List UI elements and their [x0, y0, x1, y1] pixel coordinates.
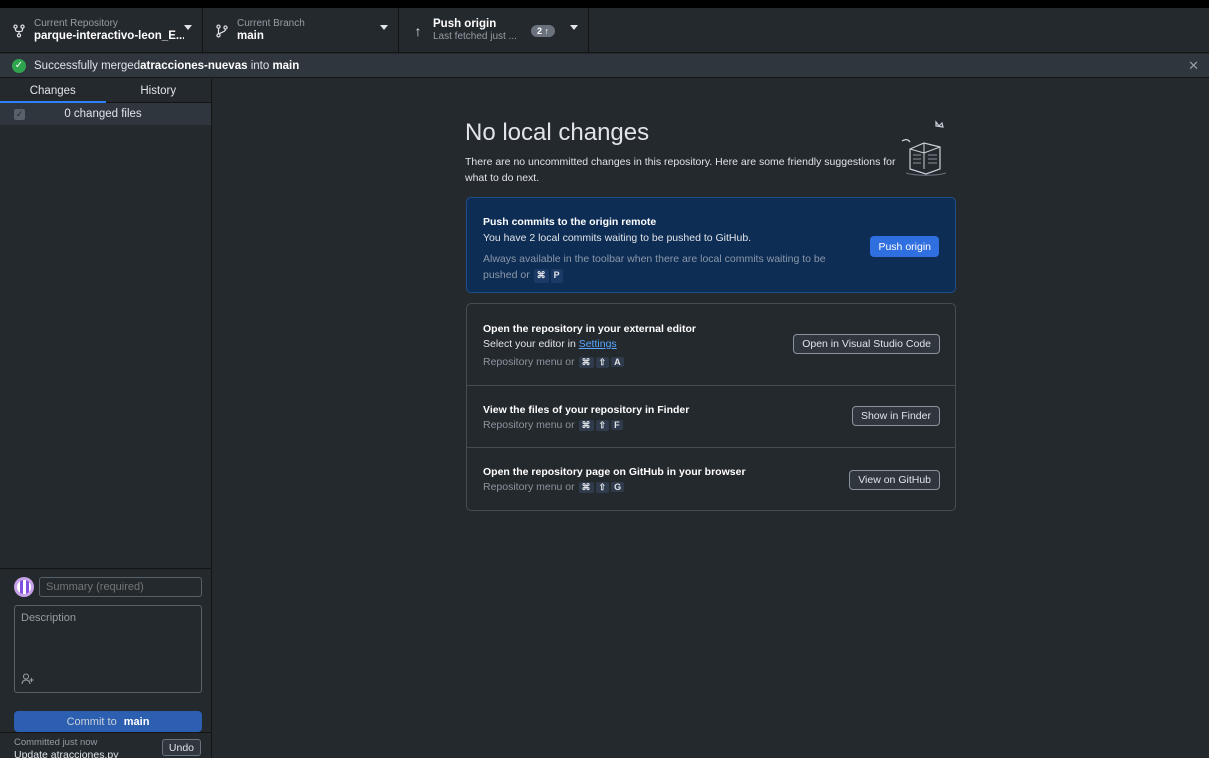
open-in-vscode-button[interactable]: Open in Visual Studio Code — [793, 334, 940, 354]
commit-form: Description — [0, 568, 211, 728]
editor-hint-text: Repository menu or — [483, 356, 575, 368]
finder-hint: Repository menu or ⌘ ⇧ F — [483, 419, 624, 431]
banner-target-branch: main — [272, 59, 300, 72]
editor-desc: Select your editor in Settings — [483, 338, 617, 350]
add-coauthor-icon[interactable] — [21, 673, 34, 688]
sidebar-tabs: Changes History — [0, 79, 211, 103]
main-content: No local changes There are no uncommitte… — [213, 79, 1209, 758]
changed-files-header: ✓ 0 changed files — [0, 103, 211, 125]
tab-history[interactable]: History — [106, 79, 212, 102]
current-repository-button[interactable]: Current Repository parque-interactivo-le… — [0, 8, 203, 53]
finder-hint-text: Repository menu or — [483, 419, 575, 431]
editor-hint: Repository menu or ⌘ ⇧ A — [483, 356, 625, 368]
editor-title: Open the repository in your external edi… — [483, 323, 696, 335]
push-suggestion-panel: Push commits to the origin remote You ha… — [466, 197, 956, 293]
shortcut-key: G — [611, 482, 625, 492]
shortcut-key: F — [611, 420, 623, 430]
push-panel-title: Push commits to the origin remote — [483, 216, 657, 228]
commit-button-label: Commit to — [66, 715, 120, 728]
shortcut-key: P — [550, 269, 563, 284]
github-hint-text: Repository menu or — [483, 481, 575, 493]
changed-files-count: 0 changed files — [64, 108, 142, 120]
undo-button[interactable]: Undo — [161, 739, 201, 756]
show-in-finder-button[interactable]: Show in Finder — [851, 406, 940, 426]
merge-success-banner: ✓ Successfully merged atracciones-nuevas… — [0, 54, 1209, 78]
description-field[interactable]: Description — [14, 605, 202, 693]
avatar — [14, 577, 34, 597]
command-key-icon: ⌘ — [578, 482, 594, 493]
description-placeholder: Description — [21, 612, 77, 624]
command-key-icon: ⌘ — [578, 357, 594, 368]
commits-ahead-badge: 2 ↑ — [530, 24, 555, 37]
shift-key-icon: ⇧ — [595, 357, 610, 368]
push-origin-panel-button[interactable]: Push origin — [870, 236, 939, 257]
arrow-up-icon: ↑ — [414, 22, 422, 39]
chevron-down-icon[interactable] — [570, 25, 578, 30]
chevron-down-icon — [380, 25, 388, 30]
tab-changes[interactable]: Changes — [0, 79, 106, 103]
github-hint: Repository menu or ⌘ ⇧ G — [483, 481, 625, 493]
view-on-github-button[interactable]: View on GitHub — [849, 470, 940, 490]
repo-fork-icon — [10, 22, 28, 40]
banner-prefix: Successfully merged — [34, 59, 141, 72]
last-commit-summary: Committed just now Update atracciones.py… — [0, 732, 211, 758]
banner-middle: into — [247, 59, 273, 72]
push-panel-desc: You have 2 local commits waiting to be p… — [483, 232, 752, 244]
check-circle-icon: ✓ — [12, 58, 26, 73]
push-origin-label: Push origin — [433, 18, 497, 31]
page-title: No local changes — [465, 119, 650, 146]
shift-key-icon: ⇧ — [595, 482, 610, 493]
window-top-bar — [0, 0, 1209, 8]
push-origin-button[interactable]: ↑ Push origin Last fetched just ... 2 ↑ — [399, 8, 589, 53]
commit-button[interactable]: Commit to main — [14, 711, 202, 732]
select-all-checkbox[interactable]: ✓ — [14, 108, 25, 120]
current-branch-button[interactable]: Current Branch main — [203, 8, 399, 53]
github-suggestion: Open the repository page on GitHub in yo… — [467, 448, 955, 510]
last-fetched-text: Last fetched just ... — [433, 31, 517, 43]
finder-suggestion: View the files of your repository in Fin… — [467, 386, 955, 448]
chevron-down-icon — [184, 25, 192, 30]
summary-input[interactable] — [39, 577, 202, 597]
close-icon[interactable]: ✕ — [1188, 58, 1199, 74]
sidebar: Changes History ✓ 0 changed files Descri… — [0, 79, 212, 758]
shift-key-icon: ⇧ — [595, 420, 610, 431]
current-branch-label: Current Branch — [237, 18, 305, 30]
illustration-icon — [901, 120, 947, 176]
commit-button-branch: main — [123, 715, 150, 728]
command-key-icon: ⌘ — [533, 269, 549, 284]
editor-desc-text: Select your editor in — [483, 338, 579, 350]
finder-title: View the files of your repository in Fin… — [483, 404, 690, 416]
current-branch-name: main — [237, 29, 264, 42]
current-repository-label: Current Repository — [34, 18, 118, 30]
banner-merged-branch: atracciones-nuevas — [140, 59, 248, 72]
toolbar: Current Repository parque-interactivo-le… — [0, 8, 1209, 53]
branch-icon — [213, 22, 231, 40]
command-key-icon: ⌘ — [578, 420, 594, 431]
settings-link[interactable]: Settings — [579, 338, 617, 350]
shortcut-key: A — [611, 357, 624, 367]
intro-text: There are no uncommitted changes in this… — [465, 156, 896, 185]
push-panel-hint: Always available in the toolbar when the… — [483, 251, 843, 284]
current-repository-name: parque-interactivo-leon_E... — [34, 29, 184, 42]
github-title: Open the repository page on GitHub in yo… — [483, 466, 746, 478]
suggestions-list: Open the repository in your external edi… — [466, 303, 956, 511]
editor-suggestion: Open the repository in your external edi… — [467, 304, 955, 386]
